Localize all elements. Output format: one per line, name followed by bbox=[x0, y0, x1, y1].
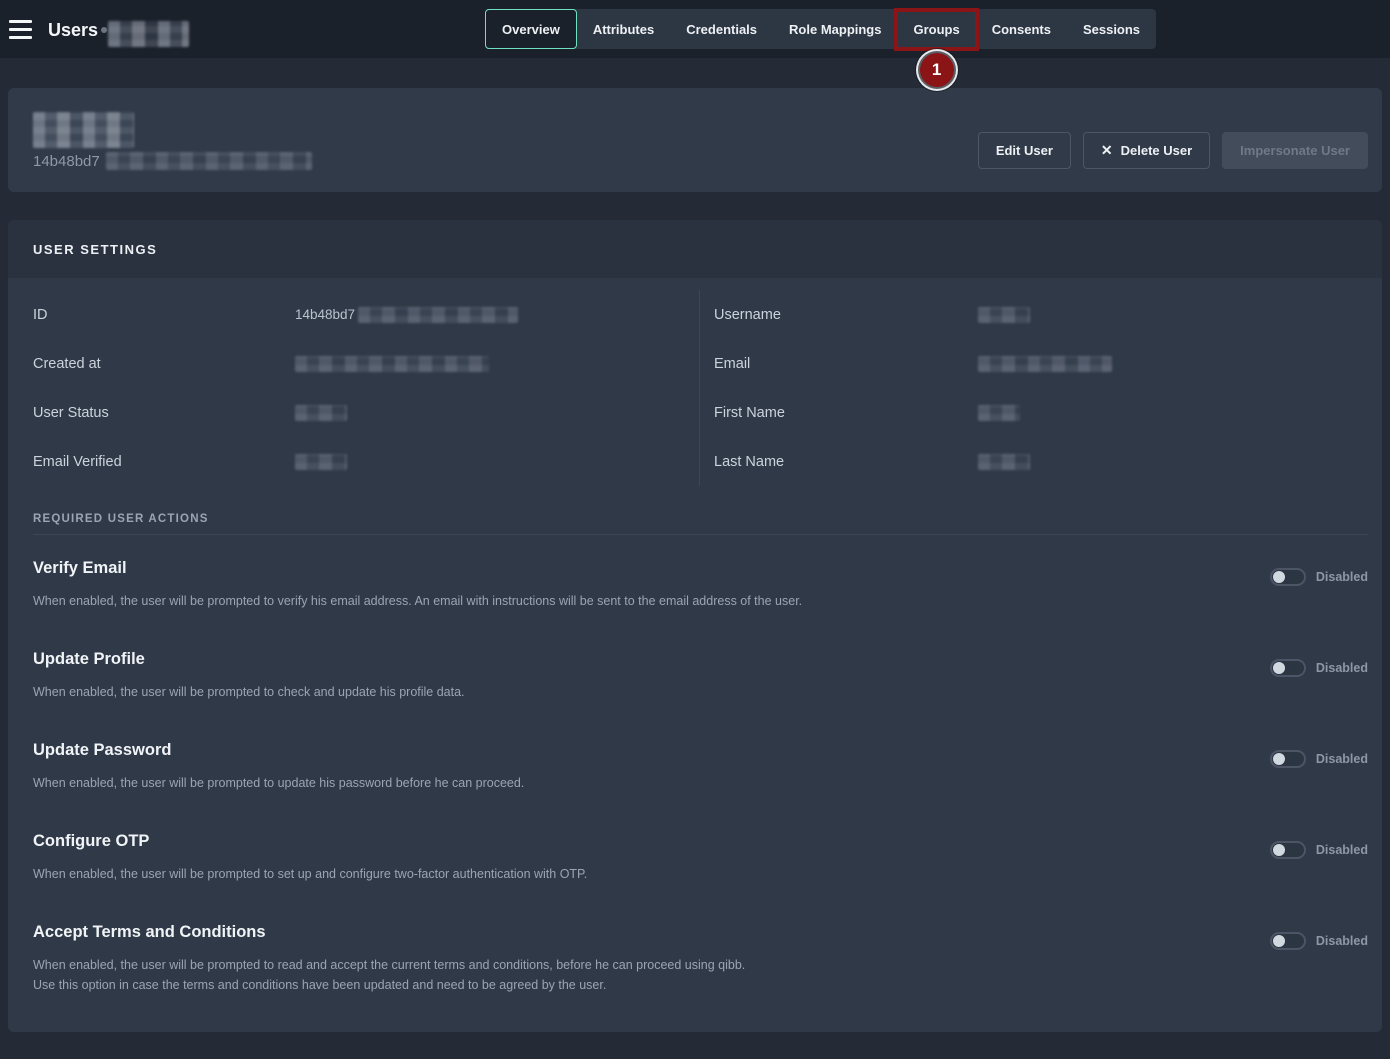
toggle-knob bbox=[1273, 662, 1285, 674]
edit-user-button[interactable]: Edit User bbox=[978, 132, 1071, 169]
user-header-card: 14b48bd7 Edit User ✕ Delete User Imperso… bbox=[8, 88, 1382, 192]
configure-otp-toggle-state: Disabled bbox=[1316, 843, 1368, 857]
update-password-toggle[interactable] bbox=[1270, 750, 1306, 768]
breadcrumb-redacted-username bbox=[108, 21, 189, 47]
field-user-status: User Status bbox=[33, 388, 699, 437]
user-settings-panel: USER SETTINGS ID 14b48bd7 Created at Use… bbox=[8, 220, 1382, 1032]
user-id-line: 14b48bd7 bbox=[33, 151, 312, 171]
created-at-value-redacted bbox=[295, 356, 489, 372]
field-last-name: Last Name bbox=[714, 437, 1382, 486]
field-username: Username bbox=[714, 290, 1382, 339]
action-verify-email: Verify Email When enabled, the user will… bbox=[33, 535, 1368, 626]
section-title-user-settings: USER SETTINGS bbox=[8, 220, 1382, 278]
user-name-redacted bbox=[33, 112, 134, 148]
email-value-redacted bbox=[978, 356, 1112, 372]
field-id: ID 14b48bd7 bbox=[33, 290, 699, 339]
menu-icon[interactable] bbox=[9, 20, 32, 39]
action-update-password: Update Password When enabled, the user w… bbox=[33, 717, 1368, 808]
field-first-name: First Name bbox=[714, 388, 1382, 437]
fields-column-left: ID 14b48bd7 Created at User Status Email… bbox=[8, 290, 700, 486]
action-configure-otp: Configure OTP When enabled, the user wil… bbox=[33, 808, 1368, 899]
email-verified-value-redacted bbox=[295, 454, 347, 470]
toggle-knob bbox=[1273, 844, 1285, 856]
required-actions-list: Verify Email When enabled, the user will… bbox=[33, 535, 1368, 995]
action-update-profile: Update Profile When enabled, the user wi… bbox=[33, 626, 1368, 717]
toggle-knob bbox=[1273, 753, 1285, 765]
action-accept-terms: Accept Terms and Conditions When enabled… bbox=[33, 899, 1368, 995]
field-email-verified: Email Verified bbox=[33, 437, 699, 486]
field-email: Email bbox=[714, 339, 1382, 388]
toggle-knob bbox=[1273, 571, 1285, 583]
verify-email-toggle[interactable] bbox=[1270, 568, 1306, 586]
update-profile-toggle[interactable] bbox=[1270, 659, 1306, 677]
annotation-step-badge: 1 bbox=[920, 53, 954, 87]
tab-consents[interactable]: Consents bbox=[976, 9, 1067, 49]
accept-terms-toggle-state: Disabled bbox=[1316, 934, 1368, 948]
id-value-redacted bbox=[358, 307, 518, 323]
first-name-value-redacted bbox=[978, 405, 1020, 421]
tab-sessions[interactable]: Sessions bbox=[1067, 9, 1156, 49]
fields-column-right: Username Email First Name Last Name bbox=[700, 290, 1382, 486]
tab-role-mappings[interactable]: Role Mappings bbox=[773, 9, 897, 49]
field-created-at: Created at bbox=[33, 339, 699, 388]
impersonate-user-button: Impersonate User bbox=[1222, 132, 1368, 169]
last-name-value-redacted bbox=[978, 454, 1030, 470]
delete-user-button[interactable]: ✕ Delete User bbox=[1083, 132, 1210, 169]
update-password-toggle-state: Disabled bbox=[1316, 752, 1368, 766]
user-settings-fields: ID 14b48bd7 Created at User Status Email… bbox=[8, 278, 1382, 486]
user-id-partial: 14b48bd7 bbox=[33, 153, 100, 170]
username-value-redacted bbox=[978, 307, 1030, 323]
user-status-value-redacted bbox=[295, 405, 347, 421]
toggle-knob bbox=[1273, 935, 1285, 947]
configure-otp-toggle[interactable] bbox=[1270, 841, 1306, 859]
breadcrumb-separator-dot bbox=[101, 27, 107, 33]
id-value-partial: 14b48bd7 bbox=[295, 307, 355, 322]
tab-overview[interactable]: Overview bbox=[485, 9, 577, 49]
page-title: Users bbox=[48, 20, 98, 41]
top-bar: Users Overview Attributes Credentials Ro… bbox=[0, 0, 1390, 58]
tab-groups[interactable]: Groups bbox=[897, 9, 975, 49]
accept-terms-toggle[interactable] bbox=[1270, 932, 1306, 950]
tab-credentials[interactable]: Credentials bbox=[670, 9, 773, 49]
verify-email-toggle-state: Disabled bbox=[1316, 570, 1368, 584]
section-title-required-user-actions: REQUIRED USER ACTIONS bbox=[33, 513, 1368, 525]
update-profile-toggle-state: Disabled bbox=[1316, 661, 1368, 675]
user-action-buttons: Edit User ✕ Delete User Impersonate User bbox=[978, 132, 1368, 169]
user-id-redacted-suffix bbox=[106, 152, 312, 170]
tab-attributes[interactable]: Attributes bbox=[577, 9, 670, 49]
delete-x-icon: ✕ bbox=[1101, 142, 1113, 159]
user-tabs: Overview Attributes Credentials Role Map… bbox=[485, 9, 1156, 49]
